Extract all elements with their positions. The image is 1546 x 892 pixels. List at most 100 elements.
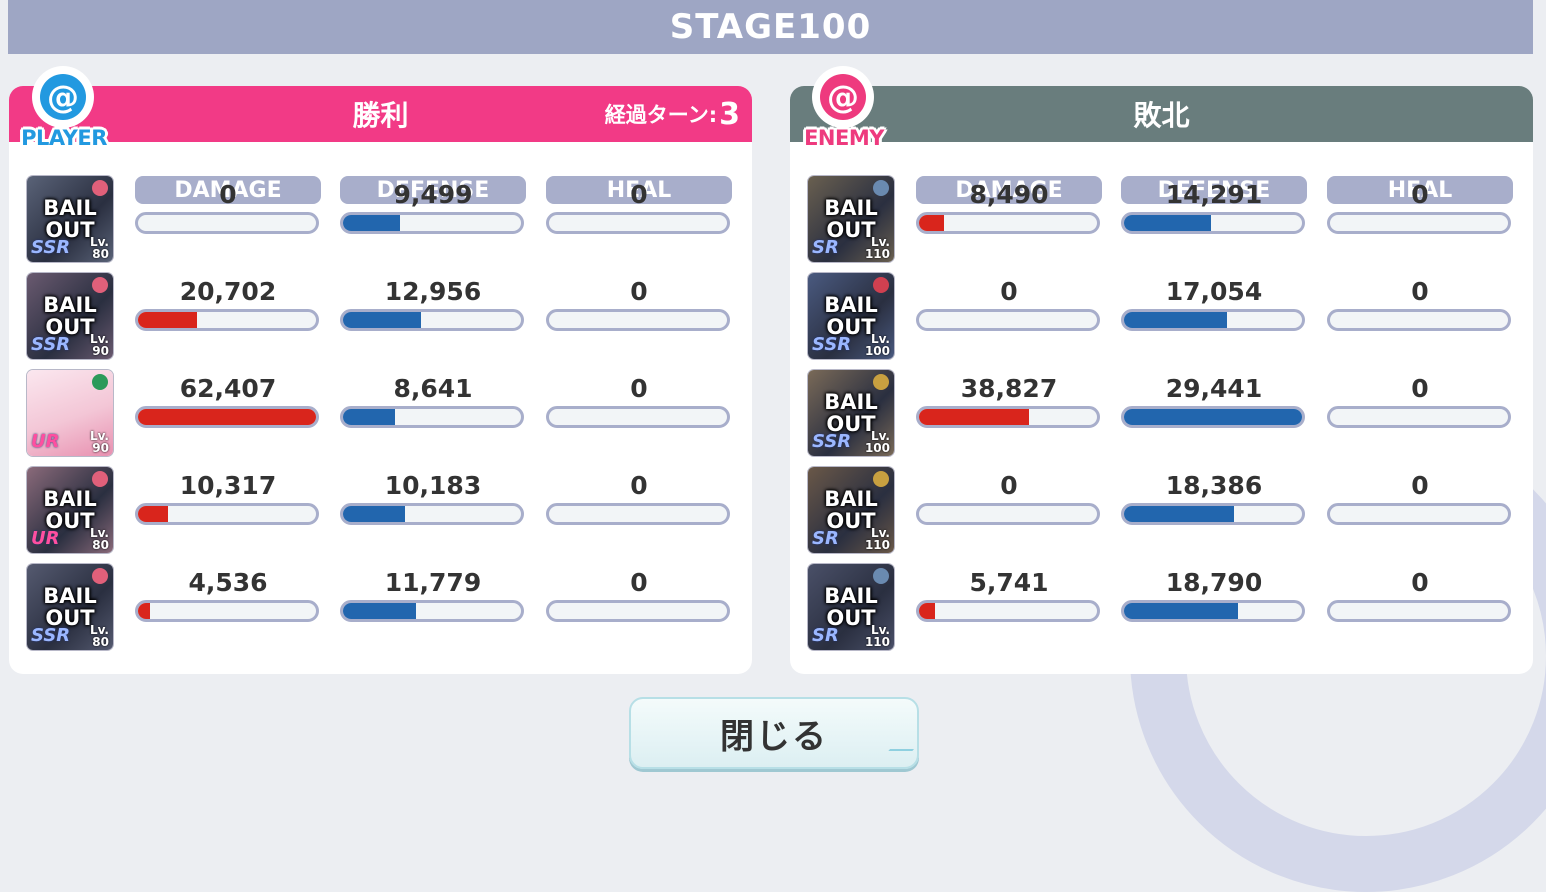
defense-value: 29,441 <box>1165 373 1263 403</box>
level-value: 80 <box>92 247 109 261</box>
unit-portrait[interactable]: BAIL OUT SR Lv. 110 <box>808 467 894 553</box>
player-unit-row: BAIL OUT SSR Lv. 80 0 9,499 0 <box>9 176 752 273</box>
level-value: 80 <box>92 538 109 552</box>
attribute-icon <box>92 374 108 390</box>
defense-value: 11,779 <box>384 567 482 597</box>
player-panel: 勝利 経過ターン: 3 DAMAGE DEFENSE HEAL BAIL OUT S… <box>9 86 752 674</box>
heal-value: 0 <box>630 179 648 209</box>
player-header: 勝利 経過ターン: 3 <box>9 86 752 142</box>
bail-line1: BAIL <box>824 487 878 511</box>
defense-cell: 29,441 <box>1121 370 1307 428</box>
heal-value: 0 <box>630 373 648 403</box>
rarity-label: SSR <box>31 625 71 646</box>
enemy-unit-row: BAIL OUT SR Lv. 110 5,741 18,790 0 <box>790 564 1533 661</box>
damage-value: 20,702 <box>179 276 277 306</box>
level-value: 90 <box>92 344 109 358</box>
damage-bar <box>135 212 319 234</box>
unit-portrait[interactable]: BAIL OUT SSR Lv. 80 <box>27 176 113 262</box>
defense-bar <box>340 600 524 622</box>
damage-value: 4,536 <box>188 567 268 597</box>
button-decoration <box>879 749 915 761</box>
heal-bar <box>1327 406 1511 428</box>
defense-cell: 12,956 <box>340 273 526 331</box>
unit-portrait[interactable]: UR Lv. 90 <box>27 370 113 456</box>
level-value: 90 <box>92 441 109 455</box>
heal-bar <box>546 309 730 331</box>
defense-cell: 17,054 <box>1121 273 1307 331</box>
damage-cell: 0 <box>135 176 321 234</box>
heal-cell: 0 <box>546 564 732 622</box>
heal-cell: 0 <box>1327 176 1513 234</box>
defense-value: 17,054 <box>1165 276 1263 306</box>
heal-bar <box>546 212 730 234</box>
damage-value: 62,407 <box>179 373 277 403</box>
damage-bar-fill <box>919 603 936 619</box>
stage-title: STAGE100 <box>669 7 872 47</box>
defense-bar-fill <box>343 215 400 231</box>
level-indicator: Lv. 80 <box>90 527 109 551</box>
damage-bar <box>916 309 1100 331</box>
unit-portrait[interactable]: BAIL OUT SR Lv. 110 <box>808 564 894 650</box>
heal-value: 0 <box>630 276 648 306</box>
level-value: 110 <box>864 635 890 649</box>
enemy-unit-row: BAIL OUT SR Lv. 110 0 18,386 0 <box>790 467 1533 564</box>
level-value: 110 <box>864 247 890 261</box>
level-indicator: Lv. 110 <box>865 624 890 648</box>
damage-bar-fill <box>138 506 169 522</box>
defense-cell: 8,641 <box>340 370 526 428</box>
heal-value: 0 <box>630 470 648 500</box>
damage-cell: 8,490 <box>916 176 1102 234</box>
damage-bar <box>135 600 319 622</box>
unit-portrait[interactable]: BAIL OUT SSR Lv. 100 <box>808 370 894 456</box>
turn-value: 3 <box>719 96 740 132</box>
defense-bar <box>1121 503 1305 525</box>
turn-counter: 経過ターン: 3 <box>605 86 740 142</box>
wing-emblem-icon: @ <box>32 66 94 128</box>
defense-bar <box>340 406 524 428</box>
bail-line1: BAIL <box>43 293 97 317</box>
heal-cell: 0 <box>1327 273 1513 331</box>
heal-cell: 0 <box>546 467 732 525</box>
damage-bar <box>916 600 1100 622</box>
defense-bar-fill <box>343 312 422 328</box>
defense-bar-fill <box>1124 603 1238 619</box>
unit-portrait[interactable]: BAIL OUT SSR Lv. 80 <box>27 564 113 650</box>
level-value: 80 <box>92 635 109 649</box>
heal-cell: 0 <box>546 176 732 234</box>
heal-value: 0 <box>630 567 648 597</box>
heal-cell: 0 <box>1327 564 1513 622</box>
damage-cell: 20,702 <box>135 273 321 331</box>
damage-bar-fill <box>138 312 197 328</box>
damage-value: 8,490 <box>969 179 1049 209</box>
defense-cell: 10,183 <box>340 467 526 525</box>
unit-portrait[interactable]: BAIL OUT SSR Lv. 90 <box>27 273 113 359</box>
level-value: 100 <box>864 441 890 455</box>
defense-value: 12,956 <box>384 276 482 306</box>
enemy-badge: @ ENEMY <box>790 66 898 152</box>
damage-bar <box>135 503 319 525</box>
rarity-label: SSR <box>31 334 71 355</box>
heal-value: 0 <box>1411 179 1429 209</box>
damage-bar <box>916 406 1100 428</box>
heal-bar <box>1327 503 1511 525</box>
defense-value: 10,183 <box>384 470 482 500</box>
unit-portrait[interactable]: BAIL OUT SSR Lv. 100 <box>808 273 894 359</box>
defense-bar-fill <box>343 409 395 425</box>
heal-value: 0 <box>1411 373 1429 403</box>
defense-bar <box>340 503 524 525</box>
unit-portrait[interactable]: BAIL OUT UR Lv. 80 <box>27 467 113 553</box>
damage-bar <box>135 309 319 331</box>
damage-bar <box>916 503 1100 525</box>
damage-value: 0 <box>219 179 237 209</box>
close-button[interactable]: 閉じる <box>629 697 919 769</box>
defense-bar-fill <box>1124 506 1235 522</box>
unit-portrait[interactable]: BAIL OUT SR Lv. 110 <box>808 176 894 262</box>
defense-bar-fill <box>343 506 406 522</box>
damage-cell: 0 <box>916 467 1102 525</box>
damage-value: 5,741 <box>969 567 1049 597</box>
damage-bar-fill <box>138 603 151 619</box>
rarity-label: SSR <box>812 431 852 452</box>
damage-bar-fill <box>919 215 944 231</box>
level-indicator: Lv. 110 <box>865 236 890 260</box>
heal-cell: 0 <box>546 273 732 331</box>
